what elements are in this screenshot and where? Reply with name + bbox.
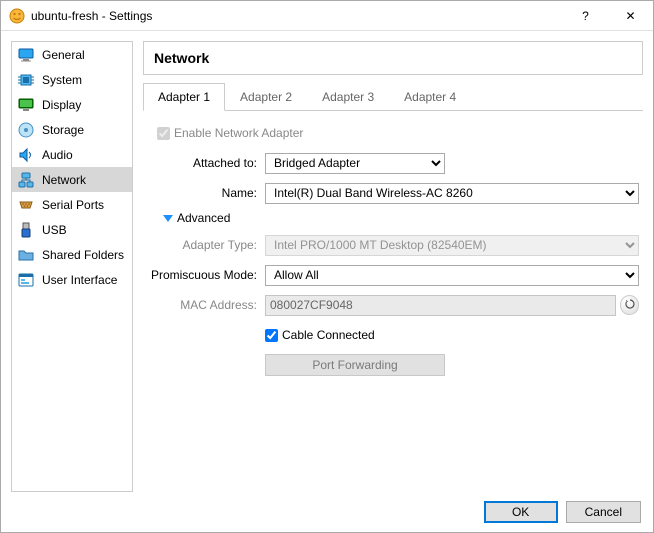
dialog-body: General System Display Storage Audio Net… (1, 31, 653, 492)
usb-icon (18, 222, 34, 238)
close-icon: ✕ (625, 9, 635, 23)
cancel-button[interactable]: Cancel (566, 501, 641, 523)
network-icon (18, 172, 34, 188)
disk-icon (18, 122, 34, 138)
close-button[interactable]: ✕ (608, 1, 653, 31)
adapter-tabs: Adapter 1 Adapter 2 Adapter 3 Adapter 4 (143, 83, 643, 111)
help-button[interactable]: ? (563, 1, 608, 31)
name-label: Name: (147, 186, 265, 200)
sidebar-item-label: Audio (42, 148, 73, 162)
advanced-toggle[interactable]: Advanced (163, 211, 639, 225)
sidebar-item-label: Network (42, 173, 86, 187)
speaker-icon (18, 147, 34, 163)
sidebar-item-display[interactable]: Display (12, 92, 132, 117)
main-header: Network (143, 41, 643, 75)
enable-adapter-input[interactable] (157, 127, 170, 140)
mac-refresh-button[interactable] (620, 295, 639, 315)
help-icon: ? (582, 9, 589, 23)
adapter-type-select: Intel PRO/1000 MT Desktop (82540EM) (265, 235, 639, 256)
sidebar-item-shared-folders[interactable]: Shared Folders (12, 242, 132, 267)
sidebar-item-label: Shared Folders (42, 248, 124, 262)
folder-icon (18, 247, 34, 263)
tab-adapter-4[interactable]: Adapter 4 (389, 83, 471, 111)
promiscuous-label: Promiscuous Mode: (147, 268, 265, 282)
cable-connected-checkbox[interactable]: Cable Connected (265, 328, 375, 342)
monitor-icon (18, 47, 34, 63)
sidebar-item-serial-ports[interactable]: Serial Ports (12, 192, 132, 217)
serial-icon (18, 197, 34, 213)
sidebar-item-general[interactable]: General (12, 42, 132, 67)
window-title: ubuntu-fresh - Settings (31, 9, 563, 23)
ok-button[interactable]: OK (484, 501, 558, 523)
sidebar-item-system[interactable]: System (12, 67, 132, 92)
page-title: Network (154, 50, 632, 66)
cable-connected-label: Cable Connected (282, 328, 375, 342)
tab-adapter-1[interactable]: Adapter 1 (143, 83, 225, 111)
adapter-type-label: Adapter Type: (147, 238, 265, 252)
name-select[interactable]: Intel(R) Dual Band Wireless-AC 8260 (265, 183, 639, 204)
promiscuous-select[interactable]: Allow All (265, 265, 639, 286)
adapter-form: Enable Network Adapter Attached to: Brid… (143, 121, 643, 383)
display-icon (18, 97, 34, 113)
main-panel: Network Adapter 1 Adapter 2 Adapter 3 Ad… (143, 41, 643, 492)
sidebar-item-label: User Interface (42, 273, 117, 287)
window-icon (18, 272, 34, 288)
refresh-icon (625, 298, 635, 312)
cable-connected-input[interactable] (265, 329, 278, 342)
app-icon (9, 8, 25, 24)
enable-adapter-checkbox[interactable]: Enable Network Adapter (157, 126, 303, 140)
sidebar-item-label: System (42, 73, 82, 87)
advanced-label: Advanced (177, 211, 230, 225)
sidebar-item-audio[interactable]: Audio (12, 142, 132, 167)
dialog-footer: OK Cancel (1, 492, 653, 532)
mac-label: MAC Address: (147, 298, 265, 312)
chevron-down-icon (163, 215, 173, 222)
sidebar-item-usb[interactable]: USB (12, 217, 132, 242)
settings-window: ubuntu-fresh - Settings ? ✕ General Syst… (0, 0, 654, 533)
tab-adapter-2[interactable]: Adapter 2 (225, 83, 307, 111)
sidebar-item-label: Display (42, 98, 81, 112)
sidebar-item-storage[interactable]: Storage (12, 117, 132, 142)
category-sidebar: General System Display Storage Audio Net… (11, 41, 133, 492)
port-forwarding-button: Port Forwarding (265, 354, 445, 376)
sidebar-item-label: General (42, 48, 85, 62)
sidebar-item-label: Serial Ports (42, 198, 104, 212)
attached-to-label: Attached to: (147, 156, 265, 170)
sidebar-item-label: USB (42, 223, 67, 237)
mac-input (265, 295, 616, 316)
enable-adapter-label: Enable Network Adapter (174, 126, 303, 140)
sidebar-item-network[interactable]: Network (12, 167, 132, 192)
attached-to-select[interactable]: Bridged Adapter (265, 153, 445, 174)
chip-icon (18, 72, 34, 88)
tab-adapter-3[interactable]: Adapter 3 (307, 83, 389, 111)
sidebar-item-label: Storage (42, 123, 84, 137)
sidebar-item-user-interface[interactable]: User Interface (12, 267, 132, 292)
titlebar: ubuntu-fresh - Settings ? ✕ (1, 1, 653, 31)
